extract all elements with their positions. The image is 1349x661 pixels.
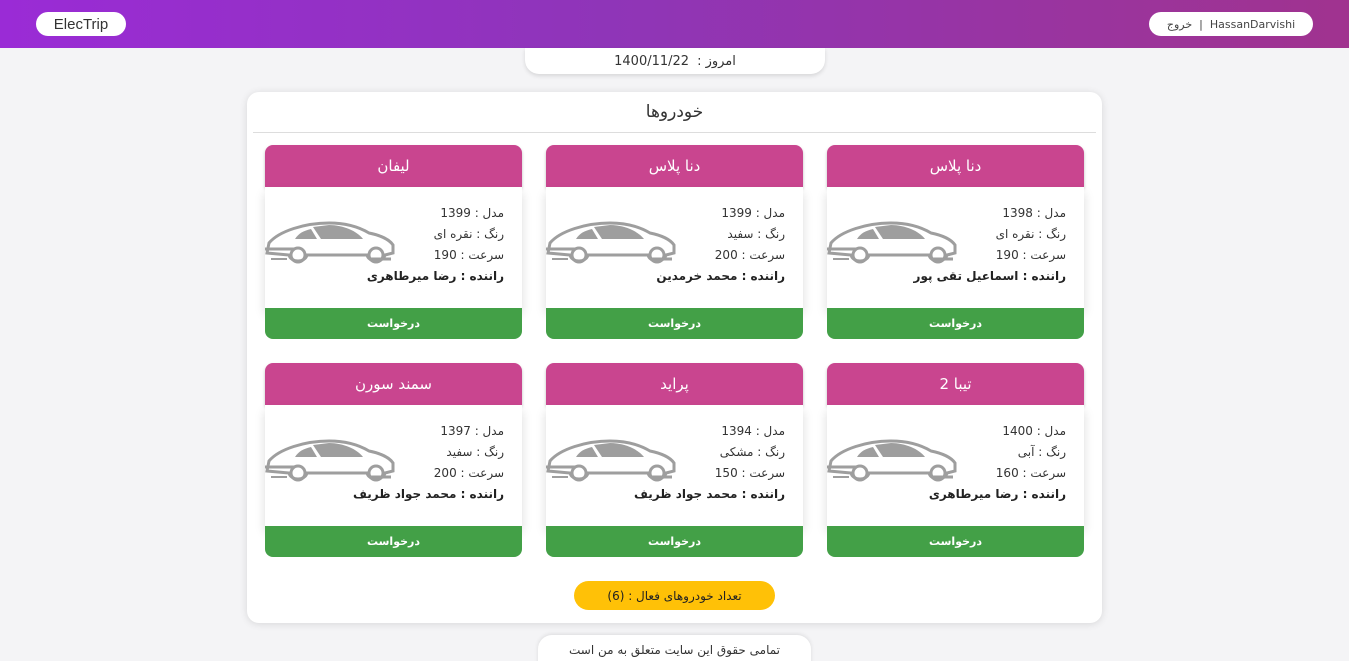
- today-date: 1400/11/22: [614, 53, 690, 69]
- footer-copyright: تمامی حقوق این سایت متعلق به من است: [538, 635, 811, 661]
- car-card: پراید مدل : 1394 رنگ : مشکی سرعت : 150 ر…: [546, 363, 803, 557]
- car-info: مدل : 1399 رنگ : نقره ای سرعت : 190 رانن…: [367, 203, 504, 287]
- car-name: تیبا 2: [827, 363, 1084, 405]
- car-name: سمند سورن: [265, 363, 522, 405]
- car-card-body: مدل : 1399 رنگ : سفید سرعت : 200 راننده …: [546, 187, 803, 308]
- car-model: مدل : 1400: [1002, 424, 1066, 438]
- car-color: رنگ : آبی: [1017, 445, 1066, 459]
- top-navbar: ElecTrip خروج | HassanDarvishi: [0, 0, 1349, 48]
- car-driver: راننده : محمد خرمدین: [656, 269, 785, 283]
- request-button[interactable]: درخواست: [265, 526, 522, 557]
- car-speed: سرعت : 190: [995, 248, 1066, 262]
- panel-divider: [253, 132, 1096, 133]
- car-model: مدل : 1398: [1002, 206, 1066, 220]
- car-card: دنا پلاس مدل : 1398 رنگ : نقره ای سرعت :…: [827, 145, 1084, 339]
- car-card-body: مدل : 1398 رنگ : نقره ای سرعت : 190 رانن…: [827, 187, 1084, 308]
- car-info: مدل : 1399 رنگ : سفید سرعت : 200 راننده …: [656, 203, 785, 287]
- car-name: دنا پلاس: [546, 145, 803, 187]
- car-color: رنگ : مشکی: [719, 445, 785, 459]
- car-driver: راننده : رضا میرطاهری: [366, 269, 504, 283]
- request-button[interactable]: درخواست: [265, 308, 522, 339]
- car-color: رنگ : سفید: [727, 227, 785, 241]
- car-card-body: مدل : 1400 رنگ : آبی سرعت : 160 راننده :…: [827, 405, 1084, 526]
- car-card-body: مدل : 1397 رنگ : سفید سرعت : 200 راننده …: [265, 405, 522, 526]
- car-name: پراید: [546, 363, 803, 405]
- car-card-body: مدل : 1394 رنگ : مشکی سرعت : 150 راننده …: [546, 405, 803, 526]
- car-speed: سرعت : 190: [433, 248, 504, 262]
- car-name: لیفان: [265, 145, 522, 187]
- car-info: مدل : 1400 رنگ : آبی سرعت : 160 راننده :…: [929, 421, 1066, 505]
- car-speed: سرعت : 150: [714, 466, 785, 480]
- cars-panel: خودروها دنا پلاس مدل : 1398 رنگ : نقره ا…: [247, 92, 1102, 623]
- request-button[interactable]: درخواست: [827, 526, 1084, 557]
- car-model: مدل : 1394: [721, 424, 785, 438]
- car-driver: راننده : محمد جواد ظریف: [633, 487, 785, 501]
- car-card: لیفان مدل : 1399 رنگ : نقره ای سرعت : 19…: [265, 145, 522, 339]
- car-card-body: مدل : 1399 رنگ : نقره ای سرعت : 190 رانن…: [265, 187, 522, 308]
- username: HassanDarvishi: [1209, 17, 1296, 31]
- car-name: دنا پلاس: [827, 145, 1084, 187]
- car-driver: راننده : رضا میرطاهری: [928, 487, 1066, 501]
- car-speed: سرعت : 200: [433, 466, 504, 480]
- car-model: مدل : 1399: [721, 206, 785, 220]
- user-menu: خروج | HassanDarvishi: [1149, 12, 1313, 36]
- car-info: مدل : 1397 رنگ : سفید سرعت : 200 راننده …: [353, 421, 504, 505]
- request-button[interactable]: درخواست: [546, 526, 803, 557]
- car-driver: راننده : اسماعیل تقی پور: [913, 269, 1066, 283]
- car-info: مدل : 1398 رنگ : نقره ای سرعت : 190 رانن…: [914, 203, 1066, 287]
- brand-logo[interactable]: ElecTrip: [36, 12, 126, 36]
- car-driver: راننده : محمد جواد ظریف: [352, 487, 504, 501]
- logout-link[interactable]: خروج: [1167, 18, 1192, 31]
- car-info: مدل : 1394 رنگ : مشکی سرعت : 150 راننده …: [634, 421, 785, 505]
- car-card: تیبا 2 مدل : 1400 رنگ : آبی سرعت : 160 ر…: [827, 363, 1084, 557]
- car-color: رنگ : نقره ای: [433, 227, 504, 241]
- car-speed: سرعت : 160: [995, 466, 1066, 480]
- car-model: مدل : 1397: [440, 424, 504, 438]
- today-date-bar: امروز : 1400/11/22: [525, 48, 825, 74]
- user-separator: |: [1199, 17, 1203, 31]
- car-card: سمند سورن مدل : 1397 رنگ : سفید سرعت : 2…: [265, 363, 522, 557]
- car-card: دنا پلاس مدل : 1399 رنگ : سفید سرعت : 20…: [546, 145, 803, 339]
- car-color: رنگ : سفید: [446, 445, 504, 459]
- request-button[interactable]: درخواست: [827, 308, 1084, 339]
- car-speed: سرعت : 200: [714, 248, 785, 262]
- request-button[interactable]: درخواست: [546, 308, 803, 339]
- panel-title: خودروها: [645, 102, 704, 122]
- car-color: رنگ : نقره ای: [995, 227, 1066, 241]
- today-label: امروز :: [697, 53, 736, 69]
- active-cars-count-badge: تعداد خودروهای فعال : (6): [574, 581, 775, 610]
- car-model: مدل : 1399: [440, 206, 504, 220]
